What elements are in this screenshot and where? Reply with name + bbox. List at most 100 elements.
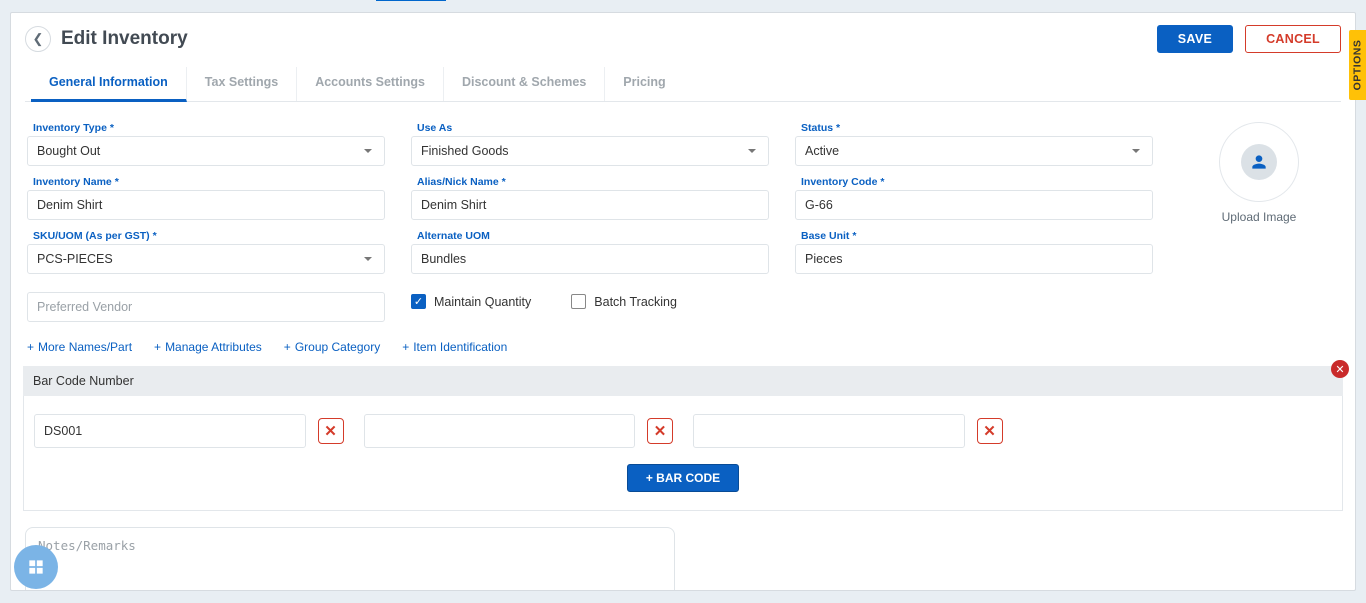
form-area: Inventory Type * Bought Out Inventory Na…	[25, 108, 1341, 322]
barcode-input-3[interactable]	[693, 414, 965, 448]
field-sku: SKU/UOM (As per GST) * PCS-PIECES	[27, 230, 385, 274]
apps-fab[interactable]	[14, 545, 58, 589]
person-icon	[1249, 152, 1269, 172]
preferred-vendor-input[interactable]	[37, 300, 375, 314]
maintain-qty-group: ✓ Maintain Quantity	[411, 284, 531, 309]
select-inventory-type[interactable]: Bought Out	[27, 136, 385, 166]
barcode-cell-spacer	[1023, 414, 1333, 448]
close-icon: ✕	[324, 422, 337, 440]
barcode-1[interactable]	[44, 424, 296, 438]
field-inventory-type: Inventory Type * Bought Out	[27, 122, 385, 166]
link-more-names[interactable]: + More Names/Part	[27, 340, 132, 354]
alt-uom-input[interactable]	[421, 252, 759, 266]
upload-image-label: Upload Image	[1179, 210, 1339, 224]
grid-icon	[26, 557, 46, 577]
close-icon: ✕	[983, 422, 996, 440]
label-maintain-qty: Maintain Quantity	[434, 295, 531, 309]
barcode-input-1[interactable]	[34, 414, 306, 448]
barcode-2[interactable]	[374, 424, 626, 438]
label-batch-tracking: Batch Tracking	[594, 295, 677, 309]
close-section-button[interactable]: ✕	[1331, 360, 1349, 378]
save-button[interactable]: SAVE	[1157, 25, 1233, 53]
link-item-identification[interactable]: +Item Identification	[402, 340, 507, 354]
base-unit-input[interactable]	[805, 252, 1143, 266]
link-more-names-label: More Names/Part	[38, 340, 132, 354]
checkbox-maintain-qty[interactable]: ✓	[411, 294, 426, 309]
barcode-cell-1: ✕	[34, 414, 344, 448]
barcode-cell-2: ✕	[364, 414, 674, 448]
field-inventory-name: Inventory Name *	[27, 176, 385, 220]
back-button[interactable]: ❮	[25, 26, 51, 52]
barcode-delete-2[interactable]: ✕	[647, 418, 673, 444]
options-drawer-handle[interactable]: OPTIONS	[1349, 30, 1366, 100]
select-use-as[interactable]: Finished Goods	[411, 136, 769, 166]
barcode-3[interactable]	[703, 424, 955, 438]
tab-tax-settings[interactable]: Tax Settings	[187, 67, 297, 101]
tab-accounts-settings[interactable]: Accounts Settings	[297, 67, 444, 101]
barcode-area: ✕ ✕ ✕ + BAR CODE	[23, 396, 1343, 511]
barcode-section-title: Bar Code Number	[33, 374, 134, 388]
label-status: Status *	[795, 122, 1153, 134]
tabs: General Information Tax Settings Account…	[25, 67, 1341, 102]
barcode-delete-1[interactable]: ✕	[318, 418, 344, 444]
upload-image-button[interactable]	[1219, 122, 1299, 202]
notes-textarea[interactable]	[38, 538, 662, 568]
inventory-code-input[interactable]	[805, 198, 1143, 212]
form-col-3: Status * Active Inventory Code * Base Un…	[795, 122, 1153, 322]
options-label: OPTIONS	[1352, 40, 1364, 91]
label-use-as: Use As	[411, 122, 769, 134]
tab-discount-schemes[interactable]: Discount & Schemes	[444, 67, 605, 101]
label-inventory-type: Inventory Type *	[27, 122, 385, 134]
main-card: ❮ Edit Inventory SAVE CANCEL General Inf…	[10, 12, 1356, 591]
top-tab-accent	[376, 0, 446, 1]
form-col-1: Inventory Type * Bought Out Inventory Na…	[27, 122, 385, 322]
input-inventory-name[interactable]	[27, 190, 385, 220]
inventory-name-input[interactable]	[37, 198, 375, 212]
label-alt-uom: Alternate UOM	[411, 230, 769, 242]
image-upload-col: Upload Image	[1179, 122, 1339, 322]
field-alias: Alias/Nick Name *	[411, 176, 769, 220]
notes-box[interactable]	[25, 527, 675, 591]
link-item-identification-label: Item Identification	[413, 340, 507, 354]
barcode-input-2[interactable]	[364, 414, 636, 448]
batch-tracking-group: Batch Tracking	[571, 284, 677, 309]
avatar-placeholder	[1241, 144, 1277, 180]
barcode-section-header: Bar Code Number ✕	[23, 366, 1343, 396]
label-sku: SKU/UOM (As per GST) *	[27, 230, 385, 242]
input-inventory-code[interactable]	[795, 190, 1153, 220]
quick-links: + More Names/Part +Manage Attributes + Gro…	[25, 322, 1341, 366]
select-sku[interactable]: PCS-PIECES	[27, 244, 385, 274]
select-status[interactable]: Active	[795, 136, 1153, 166]
plus-icon: +	[284, 340, 291, 354]
value-status: Active	[805, 144, 839, 158]
chevron-down-icon	[364, 149, 372, 153]
plus-icon: +	[27, 340, 34, 354]
alias-input[interactable]	[421, 198, 759, 212]
barcode-row: ✕ ✕ ✕	[34, 414, 1332, 448]
checkbox-row: ✓ Maintain Quantity Batch Tracking	[411, 284, 769, 309]
input-alt-uom[interactable]	[411, 244, 769, 274]
link-manage-attributes[interactable]: +Manage Attributes	[154, 340, 262, 354]
chevron-down-icon	[364, 257, 372, 261]
link-group-category-label: Group Category	[295, 340, 380, 354]
cancel-button[interactable]: CANCEL	[1245, 25, 1341, 53]
value-inventory-type: Bought Out	[37, 144, 100, 158]
form-col-2: Use As Finished Goods Alias/Nick Name * …	[411, 122, 769, 322]
tab-pricing[interactable]: Pricing	[605, 67, 683, 101]
chevron-down-icon	[748, 149, 756, 153]
input-alias[interactable]	[411, 190, 769, 220]
tab-general-information[interactable]: General Information	[31, 67, 187, 102]
add-barcode-button[interactable]: + BAR CODE	[627, 464, 739, 492]
link-manage-attributes-label: Manage Attributes	[165, 340, 262, 354]
barcode-delete-3[interactable]: ✕	[977, 418, 1003, 444]
link-group-category[interactable]: + Group Category	[284, 340, 380, 354]
input-preferred-vendor[interactable]	[27, 292, 385, 322]
field-base-unit: Base Unit *	[795, 230, 1153, 274]
input-base-unit[interactable]	[795, 244, 1153, 274]
label-alias: Alias/Nick Name *	[411, 176, 769, 188]
close-icon: ✕	[654, 422, 667, 440]
field-use-as: Use As Finished Goods	[411, 122, 769, 166]
checkbox-batch-tracking[interactable]	[571, 294, 586, 309]
label-inventory-code: Inventory Code *	[795, 176, 1153, 188]
field-status: Status * Active	[795, 122, 1153, 166]
